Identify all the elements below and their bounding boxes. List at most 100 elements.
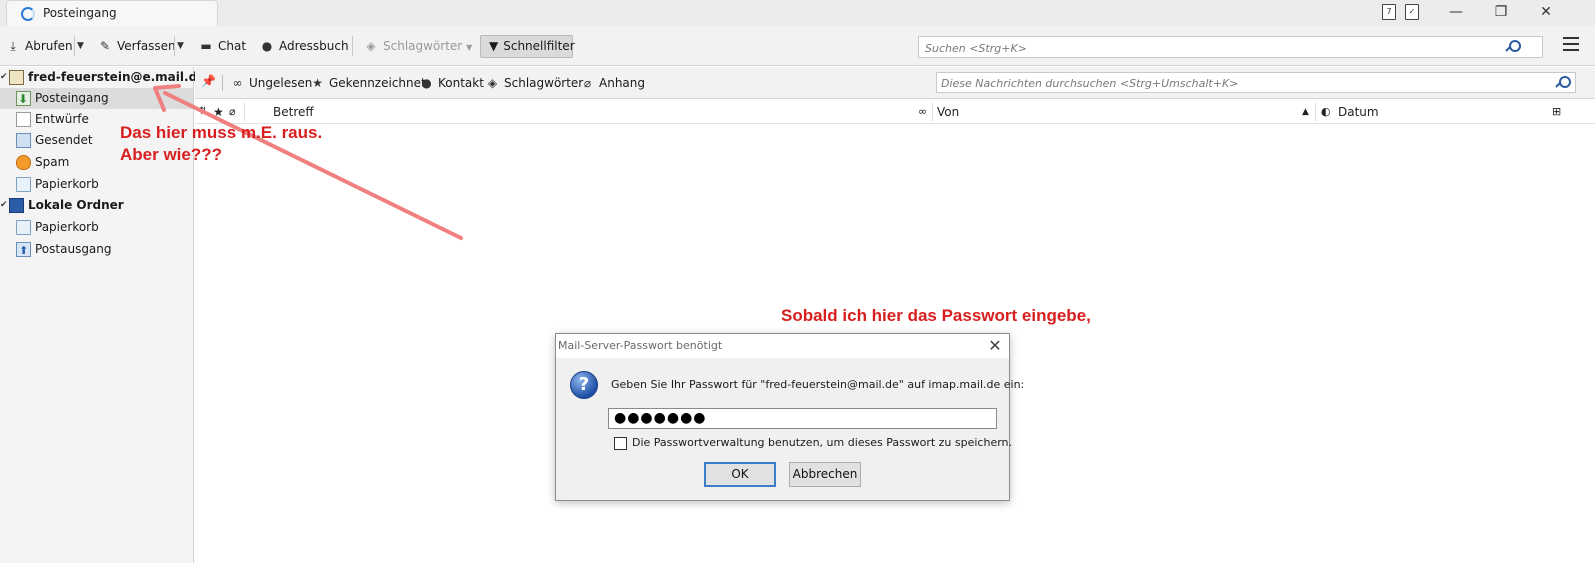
filter-icon: ▼ (489, 39, 499, 53)
calendar-icon[interactable]: 7 (1382, 4, 1396, 20)
person-icon: ● (421, 76, 432, 90)
filter-contact-button[interactable]: ● Kontakt (420, 75, 484, 91)
dialog-titlebar[interactable]: Mail-Server-Passwort benötigt ✕ (556, 334, 1009, 358)
folder-label: fred-feuerstein@e.mail.de (28, 70, 206, 84)
star-icon: ★ (312, 76, 323, 90)
folder-outbox[interactable]: Postausgang (0, 239, 193, 261)
filter-attachment-button[interactable]: ⌀ Anhang (581, 75, 645, 91)
quick-filter-bar: 📌 ∞ Ungelesen ★ Gekennzeichnet ● Kontakt ◈ S… (195, 67, 1595, 99)
minimize-button[interactable]: — (1433, 0, 1479, 26)
filter-attachment-label: Anhang (599, 76, 645, 90)
tab-label: Posteingang (43, 6, 117, 20)
expand-chevron-icon[interactable]: ✔ (0, 195, 8, 216)
column-date[interactable]: Datum (1338, 100, 1379, 124)
folder-trash[interactable]: Papierkorb (0, 174, 193, 195)
folder-account-fred[interactable]: ✔ fred-feuerstein@e.mail.de (0, 67, 205, 88)
tags-button[interactable]: ◈ Schlagwörter ▼ (364, 36, 472, 56)
main-toolbar: ⤓ Abrufen ▼ ✎ Verfassen ▼ ▬ Chat ● Adressbuc… (0, 26, 1595, 66)
drafts-icon (16, 112, 31, 127)
annotation-text: Aber wie??? (120, 145, 223, 164)
sort-ascending-icon[interactable]: ▲ (1302, 100, 1309, 124)
trash-icon (16, 220, 31, 235)
annotation-text: Das hier muss m.E. raus. (120, 123, 323, 142)
password-field[interactable]: ●●●●●●● (608, 408, 997, 429)
get-mail-dropdown[interactable]: ▼ (74, 36, 86, 56)
tab-inbox[interactable]: Posteingang (6, 0, 218, 26)
sent-icon (16, 133, 31, 148)
column-subject[interactable]: Betreff (273, 100, 314, 124)
filter-starred-button[interactable]: ★ Gekennzeichnet (311, 75, 426, 91)
global-search-box[interactable] (918, 36, 1543, 58)
tab-bar: Posteingang 7 ✓ — ❐ ✕ (0, 0, 1595, 26)
column-from[interactable]: Von (937, 100, 959, 124)
password-dialog: Mail-Server-Passwort benötigt ✕ ? Geben … (555, 333, 1024, 501)
cancel-button[interactable]: Abbrechen (789, 462, 861, 487)
pencil-icon: ✎ (99, 39, 111, 53)
app-menu-button[interactable] (1563, 37, 1581, 53)
save-password-label[interactable]: Die Passwortverwaltung benutzen, um dies… (632, 436, 1012, 449)
outbox-icon (16, 240, 31, 261)
local-folders-icon (9, 198, 24, 213)
folder-label: Posteingang (35, 91, 109, 105)
folder-account-local[interactable]: ✔ Lokale Ordner (0, 195, 193, 216)
folder-label: Postausgang (35, 242, 112, 256)
chat-button[interactable]: ▬ Chat (199, 36, 246, 56)
tags-label: Schlagwörter (383, 39, 463, 53)
column-separator (932, 103, 933, 121)
person-icon: ● (261, 39, 273, 53)
thunderbird-window: Posteingang 7 ✓ — ❐ ✕ ⤓ Abrufen ▼ ✎ Verfas… (0, 0, 1595, 563)
column-picker-icon[interactable]: ⊞ (1552, 100, 1561, 124)
tasks-icon[interactable]: ✓ (1405, 4, 1419, 20)
filter-tags-button[interactable]: ◈ Schlagwörter (486, 75, 583, 91)
chat-bubble-icon: ▬ (200, 39, 212, 53)
restore-button[interactable]: ❐ (1478, 0, 1524, 26)
quick-filter-button[interactable]: ▼ Schnellfilter (480, 35, 575, 58)
junk-column-icon[interactable]: ◐ (1321, 100, 1331, 124)
spam-icon (16, 155, 31, 170)
address-book-button[interactable]: ● Adressbuch (260, 36, 349, 56)
filter-unread-button[interactable]: ∞ Ungelesen (231, 75, 313, 91)
search-icon[interactable] (1556, 76, 1571, 90)
star-column-icon[interactable]: ★ (213, 100, 224, 124)
thread-column-icon[interactable]: ⇅ (199, 100, 207, 124)
question-icon: ? (570, 371, 598, 399)
folder-label: Spam (35, 155, 70, 169)
filter-search-input[interactable] (941, 75, 1531, 91)
save-password-checkbox[interactable] (614, 437, 627, 450)
get-mail-button[interactable]: ⤓ Abrufen (6, 36, 73, 56)
chat-label: Chat (218, 39, 247, 53)
filter-starred-label: Gekennzeichnet (329, 76, 426, 90)
get-mail-label: Abrufen (25, 39, 73, 53)
dialog-title: Mail-Server-Passwort benötigt (558, 339, 723, 352)
column-separator (1315, 103, 1316, 121)
quick-filter-separator (222, 75, 223, 91)
tag-icon: ◈ (487, 76, 498, 90)
dialog-message: Geben Sie Ihr Passwort für "fred-feuerst… (611, 378, 1025, 391)
trash-icon (16, 177, 31, 192)
compose-button[interactable]: ✎ Verfassen (98, 36, 176, 56)
download-icon: ⤓ (10, 39, 16, 53)
folder-label: Entwürfe (35, 112, 89, 126)
pin-icon[interactable]: 📌 (201, 74, 217, 90)
attachment-column-icon[interactable]: ⌀ (229, 100, 236, 124)
folder-label: Papierkorb (35, 177, 99, 191)
read-column-icon[interactable]: ∞ (918, 100, 927, 124)
close-window-button[interactable]: ✕ (1523, 0, 1569, 26)
filter-contact-label: Kontakt (438, 76, 484, 90)
filter-unread-label: Ungelesen (249, 76, 313, 90)
ok-button[interactable]: OK (704, 462, 776, 487)
thread-column-header: ⇅ ★ ⌀ Betreff ∞ Von ▲ ◐ Datum ⊞ (195, 100, 1595, 124)
filter-search-box[interactable] (936, 72, 1576, 93)
folder-local-trash[interactable]: Papierkorb (0, 217, 193, 238)
paperclip-icon: ⌀ (583, 76, 592, 90)
compose-label: Verfassen (117, 39, 176, 53)
folder-inbox[interactable]: Posteingang (0, 88, 193, 110)
close-icon[interactable]: ✕ (984, 336, 1006, 356)
glasses-icon: ∞ (232, 76, 243, 90)
mail-account-icon (9, 70, 24, 85)
filter-tags-label: Schlagwörter (504, 76, 584, 90)
search-icon[interactable] (1506, 40, 1521, 54)
global-search-input[interactable] (925, 40, 1505, 56)
expand-chevron-icon[interactable]: ✔ (0, 67, 8, 88)
compose-dropdown[interactable]: ▼ (174, 36, 186, 56)
